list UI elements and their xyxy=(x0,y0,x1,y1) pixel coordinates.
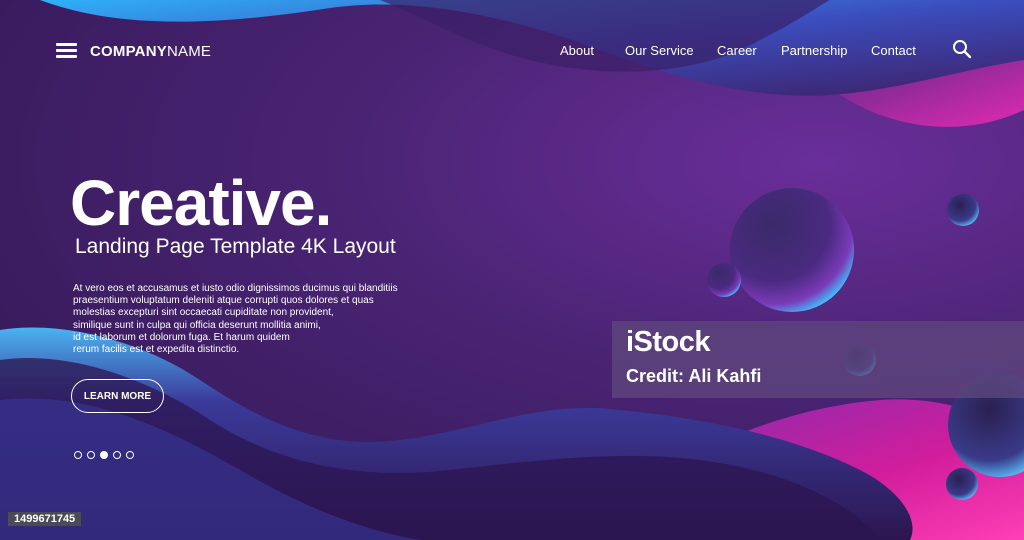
hero-description-line: At vero eos et accusamus et iusto odio d… xyxy=(73,283,398,294)
istock-logo: iStock xyxy=(626,326,711,358)
stock-watermark: iStock Credit: Ali Kahfi xyxy=(612,321,1024,398)
slider-dot-active[interactable] xyxy=(100,451,108,459)
nav-link-partnership[interactable]: Partnership xyxy=(781,43,847,58)
slider-dot[interactable] xyxy=(87,451,95,459)
nav-link-our-service[interactable]: Our Service xyxy=(625,43,694,58)
nav-link-career[interactable]: Career xyxy=(717,43,757,58)
hero-description-line: praesentium voluptatum deleniti atque co… xyxy=(73,295,374,307)
hero-description-line: id est laborum et dolorum fuga. Et harum… xyxy=(73,331,290,343)
search-icon[interactable] xyxy=(952,39,972,59)
hero-description-line: molestias excepturi sint occaecati cupid… xyxy=(73,307,334,319)
company-brand[interactable]: COMPANYNAME xyxy=(90,43,211,60)
hamburger-menu-icon[interactable] xyxy=(56,43,77,59)
photo-credit: Credit: Ali Kahfi xyxy=(626,366,762,386)
hero-description-line: similique sunt in culpa qui officia dese… xyxy=(73,319,321,331)
nav-link-about[interactable]: About xyxy=(560,43,594,58)
learn-more-button[interactable]: LEARN MORE xyxy=(71,379,164,413)
hero-subtitle: Landing Page Template 4K Layout xyxy=(75,235,396,258)
hero-description-line: rerum facilis est et expedita distinctio… xyxy=(73,344,240,356)
image-id-label: 1499671745 xyxy=(8,512,82,526)
landing-page: COMPANYNAME About Our Service Career Par… xyxy=(0,0,1024,540)
slider-dot[interactable] xyxy=(126,451,134,459)
brand-light: NAME xyxy=(166,43,212,60)
brand-bold: COMPANY xyxy=(90,43,167,60)
hero-title: Creative. xyxy=(70,167,332,239)
hero-description: At vero eos et accusamus et iusto odio d… xyxy=(73,283,453,356)
top-navigation: COMPANYNAME About Our Service Career Par… xyxy=(0,0,1024,100)
slider-dot[interactable] xyxy=(74,451,82,459)
slider-dot[interactable] xyxy=(113,451,121,459)
nav-link-contact[interactable]: Contact xyxy=(871,43,916,58)
